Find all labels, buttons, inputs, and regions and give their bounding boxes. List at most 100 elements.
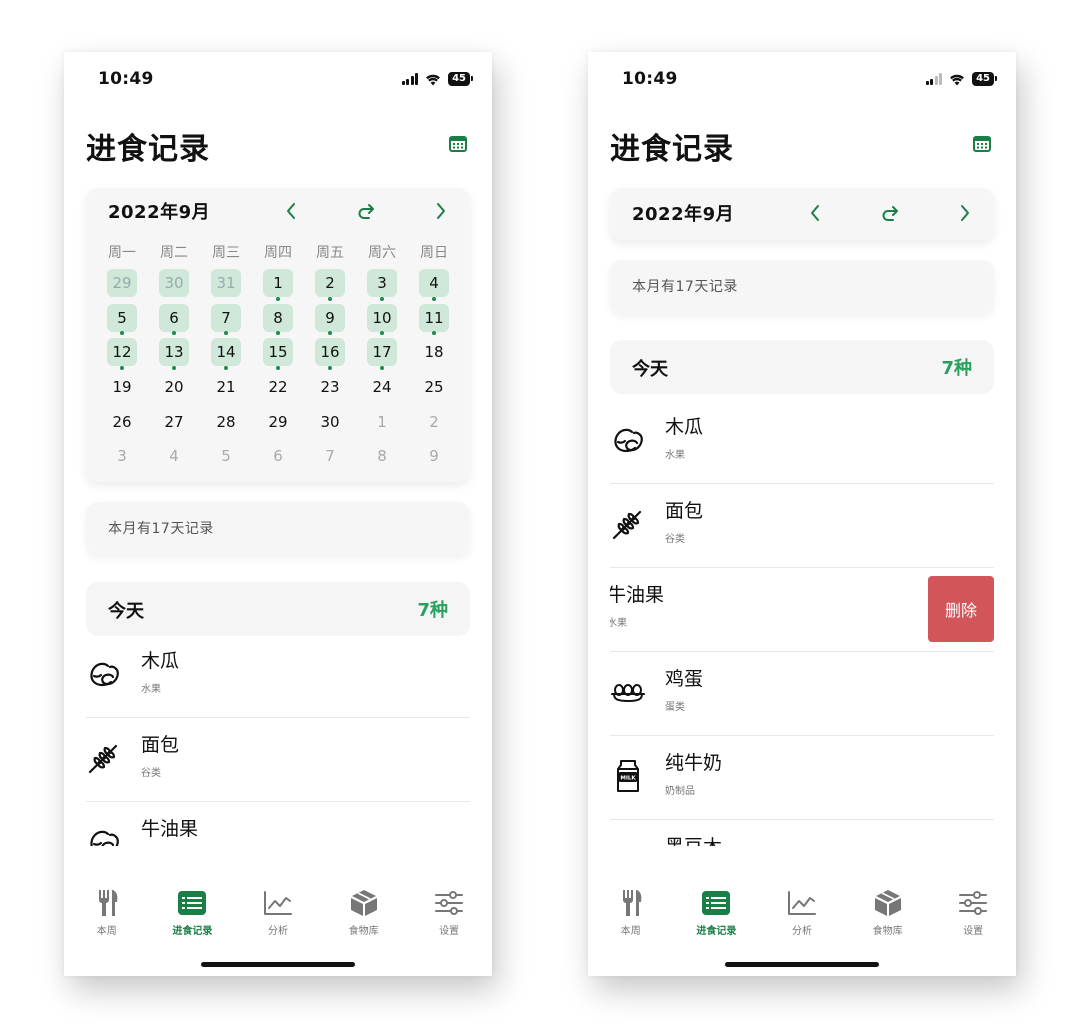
calendar-day[interactable]: 9 bbox=[408, 439, 460, 474]
weekday-label: 周六 bbox=[368, 245, 396, 261]
next-month-button[interactable] bbox=[430, 200, 452, 222]
chart-icon bbox=[263, 888, 293, 918]
fruit-icon bbox=[86, 824, 122, 846]
day-number: 1 bbox=[377, 412, 387, 431]
calendar-day[interactable]: 21 bbox=[200, 370, 252, 405]
calendar-icon[interactable] bbox=[448, 134, 468, 154]
calendar-day[interactable]: 22 bbox=[252, 370, 304, 405]
day-number: 29 bbox=[268, 412, 288, 431]
list-item[interactable]: 黑豆木 bbox=[610, 820, 994, 846]
tab-settings[interactable]: 设置 bbox=[930, 888, 1016, 938]
calendar-day[interactable]: 25 bbox=[408, 370, 460, 405]
month-summary-card: 本月有17天记录 bbox=[610, 260, 994, 314]
list-item[interactable]: 面包 谷类 bbox=[610, 484, 994, 568]
calendar-day[interactable]: 15 bbox=[252, 335, 304, 370]
list-item[interactable]: 鸡蛋 蛋类 bbox=[610, 652, 994, 736]
calendar-day[interactable]: 7 bbox=[200, 301, 252, 336]
next-month-button[interactable] bbox=[954, 202, 976, 224]
calendar-icon[interactable] bbox=[972, 134, 992, 154]
day-number: 17 bbox=[367, 338, 397, 367]
calendar-day[interactable]: 3 bbox=[96, 439, 148, 474]
grain-icon bbox=[610, 506, 646, 542]
day-number: 8 bbox=[263, 303, 293, 332]
calendar-day[interactable]: 3 bbox=[356, 266, 408, 301]
prev-month-button[interactable] bbox=[804, 202, 826, 224]
day-number: 5 bbox=[221, 447, 231, 466]
calendar-day[interactable]: 27 bbox=[148, 404, 200, 439]
calendar-day[interactable]: 31 bbox=[200, 266, 252, 301]
calendar-day[interactable]: 7 bbox=[304, 439, 356, 474]
food-name: 牛油果 bbox=[141, 818, 199, 840]
calendar-day[interactable]: 4 bbox=[148, 439, 200, 474]
calendar-day[interactable]: 1 bbox=[356, 404, 408, 439]
tab-settings[interactable]: 设置 bbox=[406, 888, 492, 938]
home-indicator bbox=[201, 962, 355, 967]
tab-food-log[interactable]: 进食记录 bbox=[150, 888, 236, 938]
food-category: 蛋类 bbox=[665, 702, 685, 713]
list-item[interactable]: 木瓜 水果 bbox=[86, 636, 470, 718]
tab-food-library[interactable]: 食物库 bbox=[321, 888, 407, 938]
calendar-day[interactable]: 18 bbox=[408, 335, 460, 370]
calendar-day[interactable]: 20 bbox=[148, 370, 200, 405]
day-number: 4 bbox=[169, 447, 179, 466]
month-label: 2022年9月 bbox=[108, 202, 211, 223]
calendar-day[interactable]: 5 bbox=[96, 301, 148, 336]
calendar-day[interactable]: 26 bbox=[96, 404, 148, 439]
day-number: 2 bbox=[315, 269, 345, 298]
battery-icon: 45 bbox=[972, 72, 997, 86]
calendar-day[interactable]: 28 bbox=[200, 404, 252, 439]
calendar-day[interactable]: 6 bbox=[252, 439, 304, 474]
chevron-left-icon bbox=[287, 203, 295, 219]
calendar-day[interactable]: 17 bbox=[356, 335, 408, 370]
calendar-day[interactable]: 24 bbox=[356, 370, 408, 405]
tab-food-library[interactable]: 食物库 bbox=[845, 888, 931, 938]
calendar-day[interactable]: 2 bbox=[304, 266, 356, 301]
reset-month-button[interactable] bbox=[355, 200, 377, 222]
calendar-day[interactable]: 10 bbox=[356, 301, 408, 336]
calendar-day[interactable]: 12 bbox=[96, 335, 148, 370]
calendar-day[interactable]: 29 bbox=[252, 404, 304, 439]
day-number: 30 bbox=[159, 269, 189, 298]
calendar-day[interactable]: 8 bbox=[356, 439, 408, 474]
weekday-label: 周日 bbox=[420, 245, 448, 261]
day-number: 4 bbox=[419, 269, 449, 298]
tab-week[interactable]: 本周 bbox=[64, 888, 150, 938]
month-summary-card: 本月有17天记录 bbox=[86, 502, 470, 556]
calendar-day[interactable]: 1 bbox=[252, 266, 304, 301]
calendar-day[interactable]: 4 bbox=[408, 266, 460, 301]
calendar-day[interactable]: 14 bbox=[200, 335, 252, 370]
status-time: 10:49 bbox=[98, 69, 154, 89]
list-item[interactable]: 面包 谷类 bbox=[86, 718, 470, 802]
day-number: 28 bbox=[216, 412, 236, 431]
day-number: 9 bbox=[429, 447, 439, 466]
tab-week[interactable]: 本周 bbox=[588, 888, 674, 938]
calendar-day[interactable]: 16 bbox=[304, 335, 356, 370]
list-item[interactable]: 木瓜 水果 bbox=[610, 400, 994, 484]
list-item[interactable]: 纯牛奶 奶制品 bbox=[610, 736, 994, 820]
delete-button[interactable]: 删除 bbox=[928, 576, 994, 642]
reset-month-button[interactable] bbox=[879, 202, 901, 224]
month-label: 2022年9月 bbox=[632, 204, 735, 225]
calendar-day[interactable]: 19 bbox=[96, 370, 148, 405]
day-number: 20 bbox=[164, 378, 184, 397]
tab-analysis[interactable]: 分析 bbox=[235, 888, 321, 938]
calendar-day[interactable]: 9 bbox=[304, 301, 356, 336]
calendar-day[interactable]: 2 bbox=[408, 404, 460, 439]
redo-icon bbox=[882, 206, 898, 221]
calendar-day[interactable]: 30 bbox=[304, 404, 356, 439]
calendar-day[interactable]: 13 bbox=[148, 335, 200, 370]
calendar-day[interactable]: 11 bbox=[408, 301, 460, 336]
prev-month-button[interactable] bbox=[280, 200, 302, 222]
calendar-day[interactable]: 6 bbox=[148, 301, 200, 336]
day-number: 5 bbox=[107, 303, 137, 332]
calendar-day[interactable]: 29 bbox=[96, 266, 148, 301]
list-item[interactable]: 牛油果 水果 bbox=[86, 802, 470, 846]
phone-list-view: 10:49 45 进食记录 2022年9月 本月有17天记录 今天 7种 木瓜 … bbox=[588, 52, 1016, 976]
calendar-day[interactable]: 30 bbox=[148, 266, 200, 301]
calendar-day[interactable]: 23 bbox=[304, 370, 356, 405]
calendar-card: 2022年9月 周一 周二 周三 周四 周五 周六 周日 29 30 31 1 2 3 4 5… bbox=[86, 188, 470, 482]
calendar-day[interactable]: 8 bbox=[252, 301, 304, 336]
calendar-day[interactable]: 5 bbox=[200, 439, 252, 474]
tab-food-log[interactable]: 进食记录 bbox=[674, 888, 760, 938]
tab-analysis[interactable]: 分析 bbox=[759, 888, 845, 938]
